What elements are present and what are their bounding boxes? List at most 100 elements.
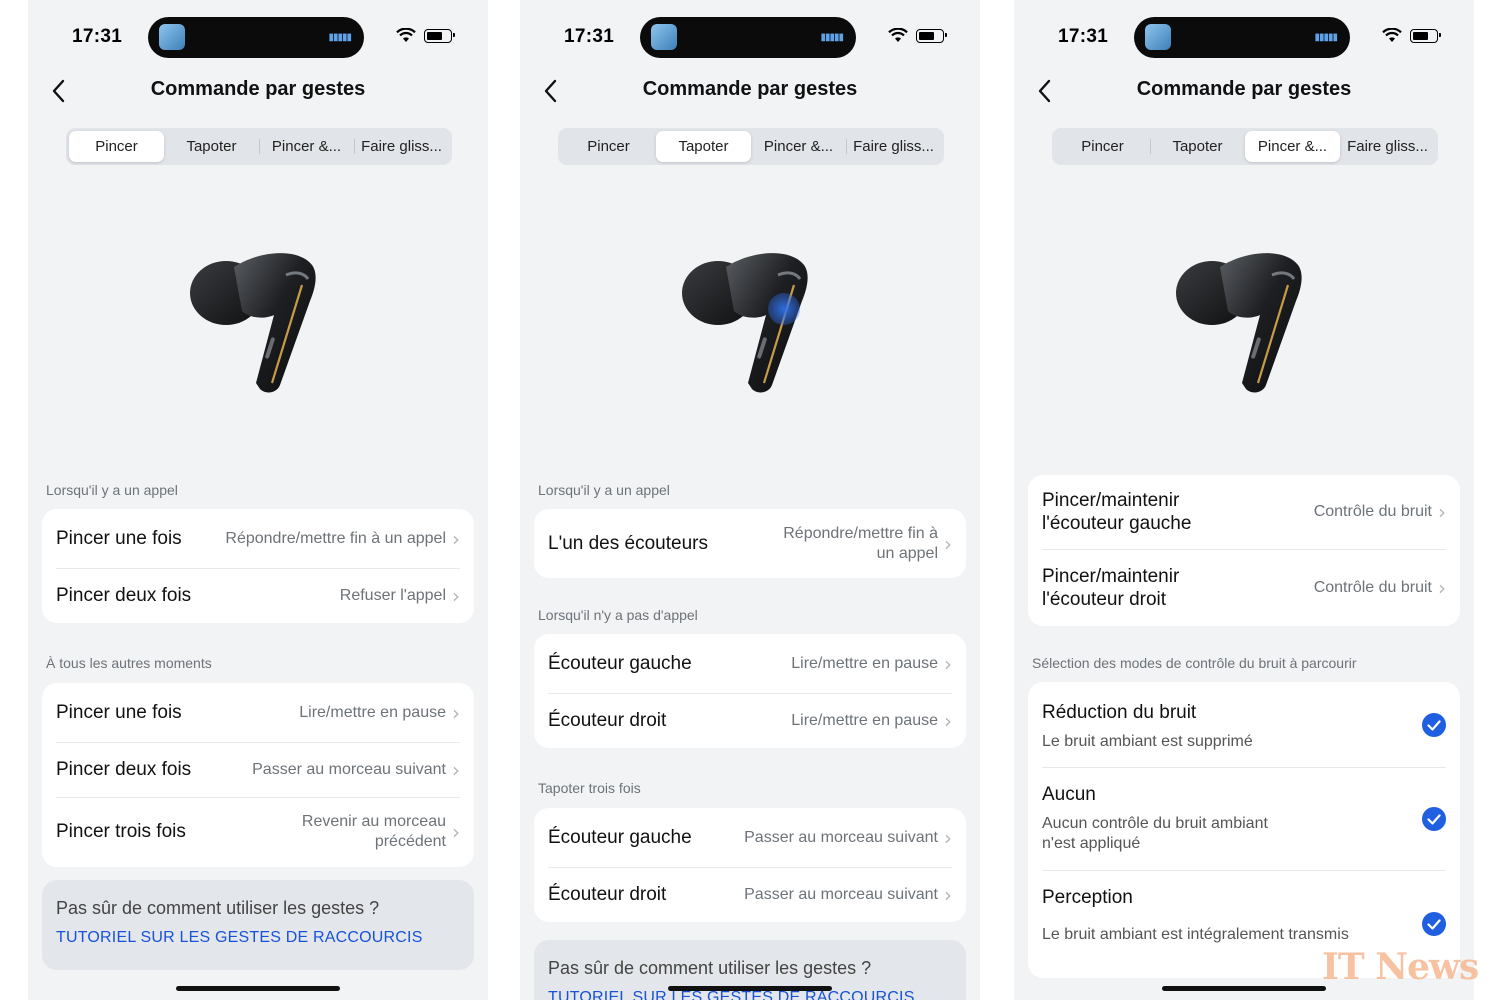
checkmark-icon[interactable] [1422,713,1446,737]
chevron-right-icon: › [944,708,952,733]
app-thumbnail-icon [651,24,677,50]
settings-card-call: Pincer une fois Répondre/mettre fin à un… [42,509,474,623]
chevron-right-icon: › [944,825,952,850]
row-label: Écouteur droit [548,883,667,905]
list-item[interactable]: Pincer/maintenir l'écouteur gauche Contrô… [1028,475,1460,549]
mode-description-line2: n'est appliqué [1042,835,1141,852]
dynamic-island[interactable]: ▮▮▮▮▮ [1134,17,1350,58]
tab-faire-glisser[interactable]: Faire gliss... [354,131,449,162]
row-label: Pincer une fois [56,701,182,723]
list-item[interactable]: Pincer une fois Répondre/mettre fin à un… [42,509,474,568]
list-item[interactable]: Aucun Aucun contrôle du bruit ambiant n'e… [1028,767,1460,870]
wifi-icon [888,28,908,42]
section-label-call: Lorsqu'il y a un appel [538,482,670,498]
list-item[interactable]: L'un des écouteurs Répondre/mettre fin à… [534,509,966,578]
row-label-line1: Pincer/maintenir [1042,490,1180,511]
gesture-tabs: Pincer Tapoter Pincer &... Faire gliss..… [1052,128,1438,165]
home-indicator[interactable] [176,986,340,991]
checkmark-icon[interactable] [1422,807,1446,831]
page-title: Commande par gestes [150,78,366,100]
tab-pincer[interactable]: Pincer [69,131,164,162]
phone-screen-pincer: 17:31 ▮▮▮▮▮ Commande par gestes Pincer T… [28,0,488,1000]
checkmark-icon[interactable] [1422,912,1446,936]
tab-pincer[interactable]: Pincer [1055,131,1150,162]
tab-pincer-maintenir[interactable]: Pincer &... [259,131,354,162]
tab-tapoter[interactable]: Tapoter [656,131,751,162]
wifi-icon [1382,28,1402,42]
row-value: Passer au morceau suivant [744,828,938,846]
row-label: Pincer trois fois [56,821,186,842]
list-item[interactable]: Écouteur droit Passer au morceau suivant… [534,867,966,922]
row-label: Écouteur gauche [548,652,692,674]
list-item[interactable]: Pincer deux fois Refuser l'appel › [42,568,474,623]
row-value: Refuser l'appel [339,586,446,604]
page-title: Commande par gestes [642,78,858,100]
help-card: Pas sûr de comment utiliser les gestes ?… [534,940,966,1000]
chevron-right-icon: › [1438,500,1446,524]
row-label: Pincer deux fois [56,758,192,780]
chevron-right-icon: › [944,651,952,676]
audio-wave-icon: ▮▮▮▮▮ [820,32,843,43]
mode-description: Le bruit ambiant est supprimé [1042,733,1253,750]
list-item[interactable]: Réduction du bruit Le bruit ambiant est … [1028,682,1460,767]
gesture-tabs: Pincer Tapoter Pincer &... Faire gliss..… [66,128,452,165]
page-title: Commande par gestes [1136,78,1352,100]
help-question: Pas sûr de comment utiliser les gestes ? [548,958,872,978]
gesture-tabs: Pincer Tapoter Pincer &... Faire gliss..… [558,128,944,165]
audio-wave-icon: ▮▮▮▮▮ [1314,32,1337,43]
section-label-no-call: Lorsqu'il n'y a pas d'appel [538,607,698,623]
row-label: Pincer deux fois [56,584,192,606]
help-question: Pas sûr de comment utiliser les gestes ? [56,898,380,918]
list-item[interactable]: Pincer trois fois Revenir au morceau préc… [42,797,474,867]
tab-tapoter[interactable]: Tapoter [1150,131,1245,162]
tab-pincer[interactable]: Pincer [561,131,656,162]
tap-zone-highlight [768,293,800,325]
list-item[interactable]: Pincer/maintenir l'écouteur droit Contrôl… [1028,549,1460,626]
tab-pincer-maintenir[interactable]: Pincer &... [751,131,846,162]
battery-icon [1410,28,1441,43]
list-item[interactable]: Pincer une fois Lire/mettre en pause › [42,683,474,742]
battery-icon [424,28,455,43]
tab-faire-glisser[interactable]: Faire gliss... [1340,131,1435,162]
noise-modes-card: Réduction du bruit Le bruit ambiant est … [1028,682,1460,978]
list-item[interactable]: Écouteur gauche Passer au morceau suivan… [534,808,966,867]
chevron-right-icon: › [452,583,460,608]
chevron-right-icon: › [944,531,952,556]
row-label: Écouteur droit [548,709,667,731]
phone-screen-pincer-maintenir: 17:31 ▮▮▮▮▮ Commande par gestes Pincer T… [1014,0,1474,1000]
settings-card-triple-tap: Écouteur gauche Passer au morceau suivan… [534,808,966,922]
chevron-right-icon: › [452,700,460,725]
app-thumbnail-icon [1145,24,1171,50]
row-value: Contrôle du bruit [1313,578,1432,596]
earbud-image [188,245,334,405]
chevron-right-icon: › [452,526,460,551]
list-item[interactable]: Écouteur gauche Lire/mettre en pause › [534,634,966,693]
mode-title: Aucun [1042,784,1096,805]
list-item[interactable]: Pincer deux fois Passer au morceau suiva… [42,742,474,797]
chevron-right-icon: › [452,820,460,844]
settings-card-call: L'un des écouteurs Répondre/mettre fin à… [534,509,966,578]
row-value: Passer au morceau suivant [744,885,938,903]
chevron-right-icon: › [1438,575,1446,600]
section-label-call: Lorsqu'il y a un appel [46,482,178,498]
row-value-line1: Répondre/mettre fin à [783,524,938,542]
status-time: 17:31 [72,26,123,47]
row-label: Pincer une fois [56,527,182,549]
row-value: Répondre/mettre fin à un appel [225,529,446,547]
tab-pincer-maintenir[interactable]: Pincer &... [1245,131,1340,162]
home-indicator[interactable] [1162,986,1326,991]
tab-faire-glisser[interactable]: Faire gliss... [846,131,941,162]
row-value: Lire/mettre en pause [299,703,446,721]
status-time: 17:31 [564,26,615,47]
dynamic-island[interactable]: ▮▮▮▮▮ [148,17,364,58]
row-label-line2: l'écouteur droit [1042,588,1167,610]
row-value-line2: précédent [374,833,446,850]
row-label-line1: Pincer/maintenir [1042,565,1180,587]
tab-tapoter[interactable]: Tapoter [164,131,259,162]
mode-description: Le bruit ambiant est intégralement trans… [1042,926,1349,943]
home-indicator[interactable] [668,986,832,991]
tutorial-link[interactable]: TUTORIEL SUR LES GESTES DE RACCOURCIS [56,929,460,947]
section-label-triple-tap: Tapoter trois fois [538,780,641,796]
list-item[interactable]: Écouteur droit Lire/mettre en pause › [534,693,966,748]
dynamic-island[interactable]: ▮▮▮▮▮ [640,17,856,58]
